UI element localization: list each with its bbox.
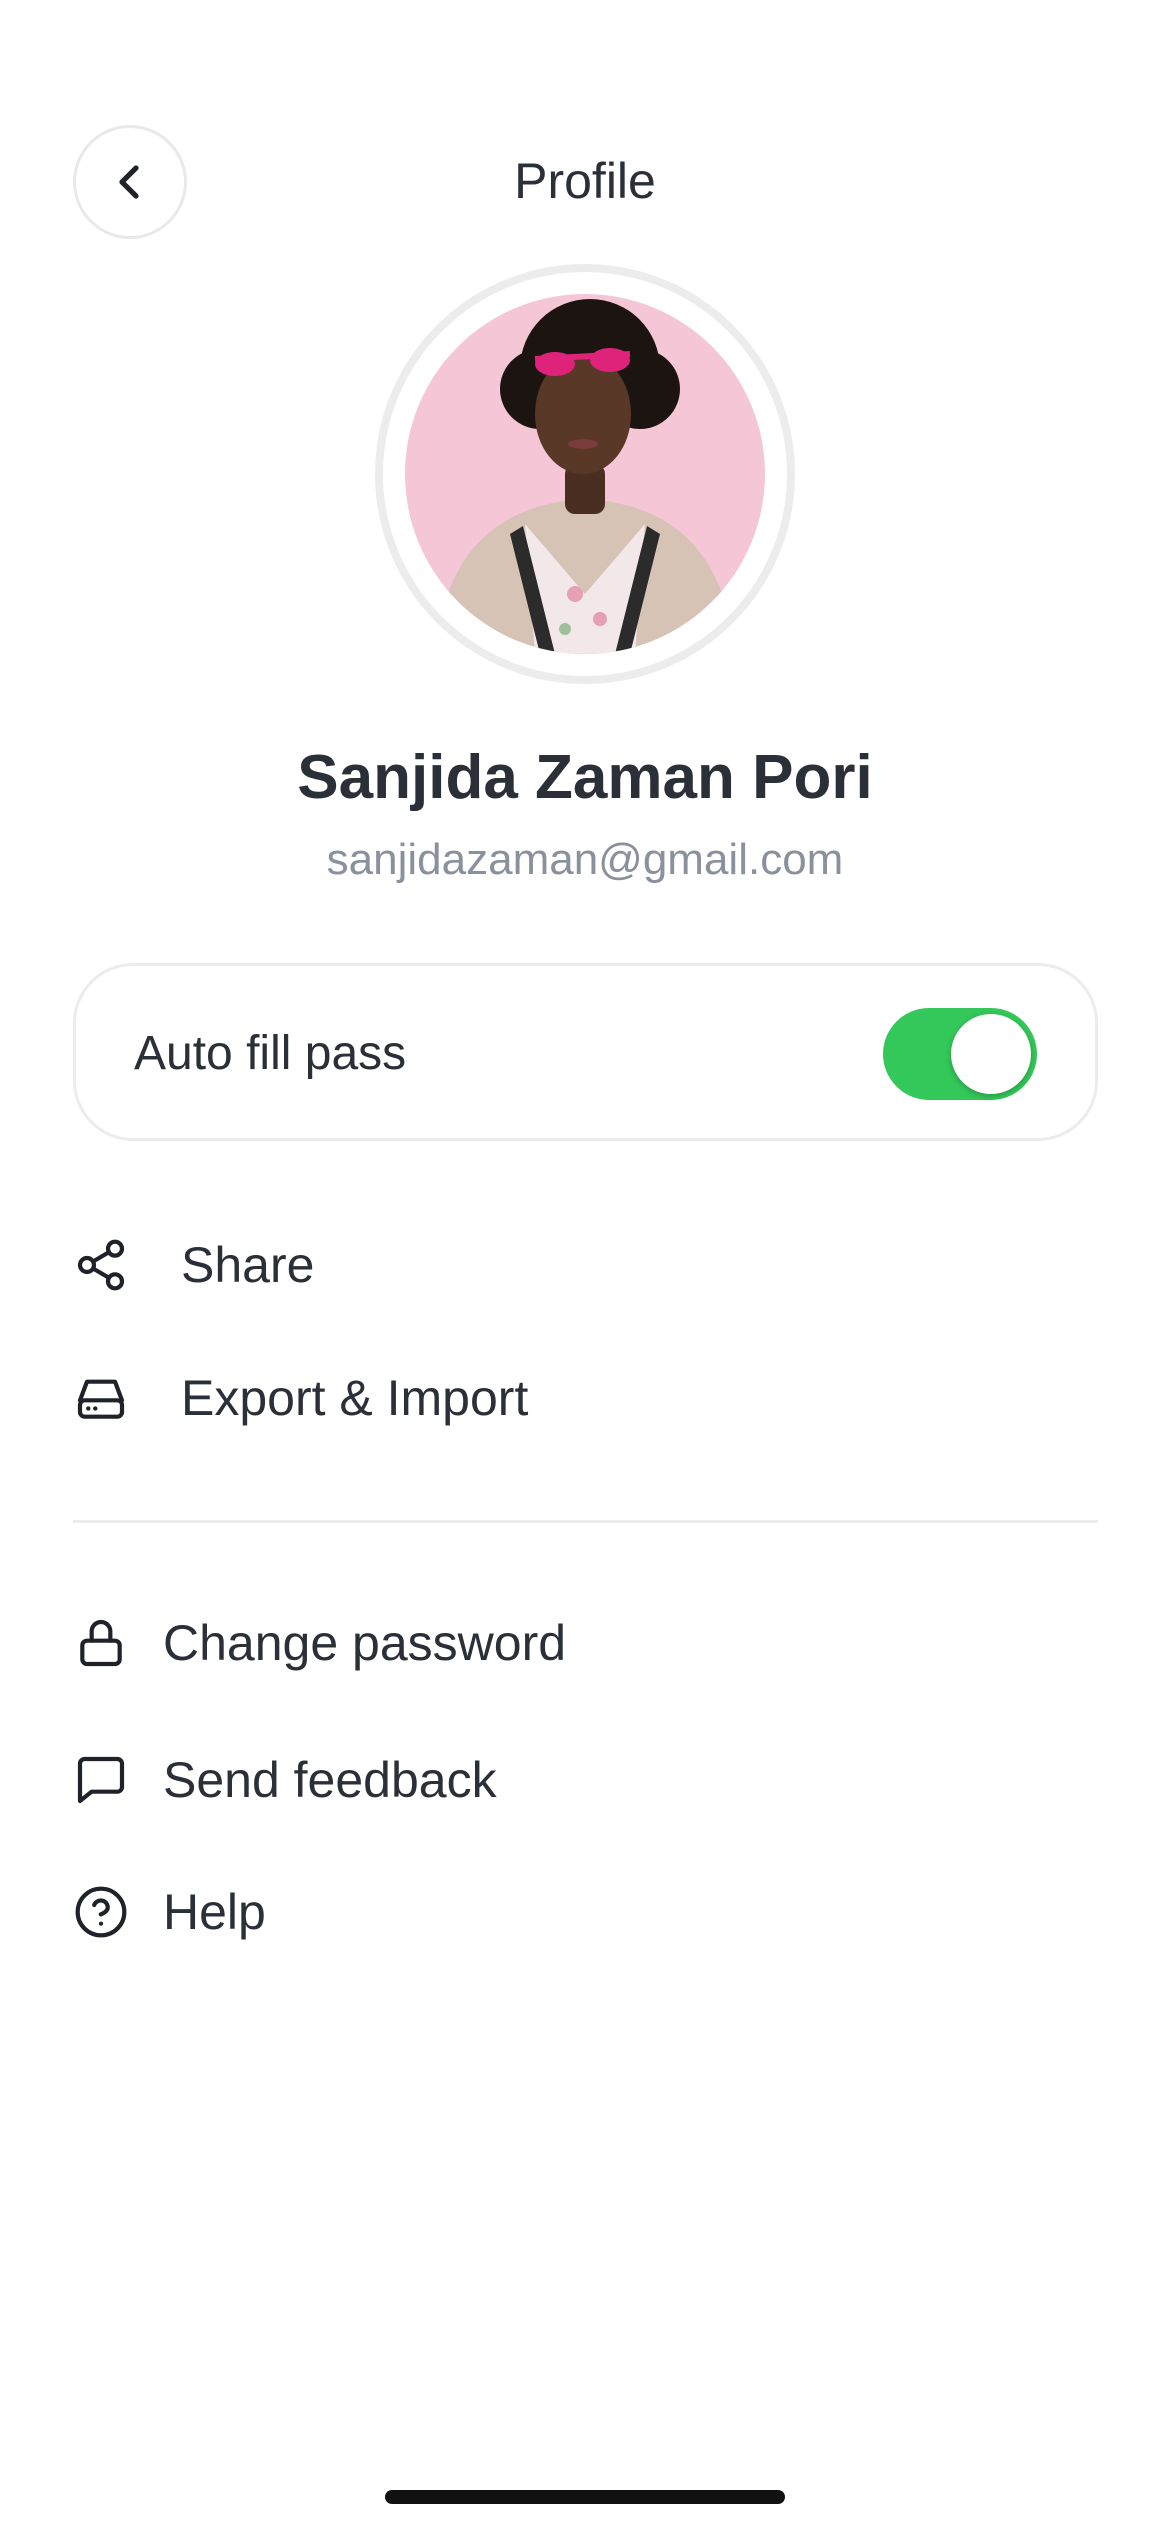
menu-label-export-import: Export & Import <box>181 1370 529 1426</box>
menu-item-change-password[interactable]: Change password <box>73 1603 566 1683</box>
menu-label-change-password: Change password <box>163 1615 567 1671</box>
lock-icon <box>73 1615 129 1671</box>
menu-label-help: Help <box>163 1884 266 1940</box>
menu-item-share[interactable]: Share <box>73 1225 314 1305</box>
avatar[interactable] <box>405 294 765 654</box>
help-circle-icon <box>73 1884 129 1940</box>
toggle-knob <box>951 1014 1031 1094</box>
menu-item-export-import[interactable]: Export & Import <box>73 1358 528 1438</box>
hard-drive-icon <box>73 1370 129 1426</box>
home-indicator[interactable] <box>385 2490 785 2504</box>
autofill-toggle[interactable] <box>883 1008 1037 1100</box>
page-title: Profile <box>514 153 656 209</box>
user-name: Sanjida Zaman Pori <box>297 743 873 812</box>
avatar-photo <box>405 294 765 654</box>
menu-label-share: Share <box>181 1237 315 1293</box>
menu-item-send-feedback[interactable]: Send feedback <box>73 1740 497 1820</box>
share-icon <box>73 1237 129 1293</box>
user-email: sanjidazaman@gmail.com <box>326 835 844 884</box>
autofill-card: Auto fill pass <box>73 963 1098 1141</box>
menu-item-help[interactable]: Help <box>73 1872 266 1952</box>
autofill-label: Auto fill pass <box>134 1027 407 1080</box>
divider <box>73 1520 1098 1523</box>
menu-label-send-feedback: Send feedback <box>163 1752 497 1808</box>
message-square-icon <box>73 1752 129 1808</box>
